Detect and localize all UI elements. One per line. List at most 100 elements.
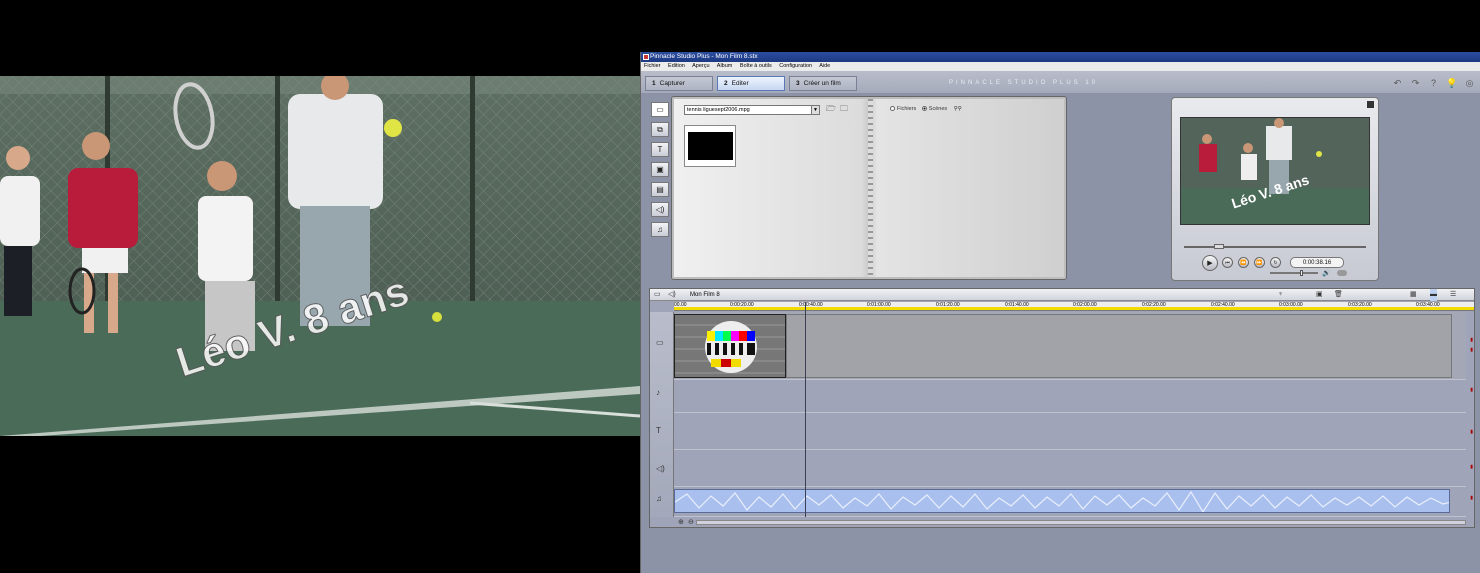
trash-icon[interactable]: 🗑 xyxy=(1334,289,1343,301)
screen: Léo V. 8 ans Pinnacle Studio Plus - Mon … xyxy=(0,0,1480,573)
scrubber-knob[interactable] xyxy=(1214,244,1224,249)
lock-icon[interactable]: ▮ xyxy=(1470,429,1473,435)
lock-icon[interactable]: ▮ xyxy=(1470,495,1473,501)
fullscreen-preview: Léo V. 8 ans xyxy=(0,76,640,436)
undock-icon[interactable] xyxy=(1367,101,1374,108)
music-track-icon[interactable]: ♫ xyxy=(656,494,662,503)
forward-icon[interactable]: ⏩ xyxy=(1254,257,1265,268)
title-icon[interactable]: T xyxy=(651,142,669,157)
speaker-icon[interactable]: 🔊 xyxy=(1322,269,1331,277)
timeline-view-icon[interactable]: ▬ xyxy=(1430,289,1437,301)
ruler-tick: 0:01:00.00 xyxy=(867,302,891,308)
ruler-tick: 0:03:00.00 xyxy=(1279,302,1303,308)
tips-icon[interactable]: 💡 xyxy=(1446,78,1457,89)
ruler-tick: 00.00 xyxy=(674,302,687,308)
volume-knob[interactable] xyxy=(1300,270,1303,276)
menu-edition[interactable]: Edition xyxy=(668,63,685,69)
menu-aide[interactable]: Aide xyxy=(819,63,830,69)
player-screen: Léo V. 8 ans xyxy=(1180,117,1370,225)
audio-track[interactable] xyxy=(674,381,1466,413)
source-file-dropdown[interactable]: tennis liguesept2006.mpg ▼ xyxy=(684,105,820,115)
scenes-radio[interactable] xyxy=(921,106,927,111)
music-icon[interactable]: ♫ xyxy=(651,222,669,237)
menu-bar: Fichier Edition Aperçu Album Boîte à out… xyxy=(641,62,1480,71)
lock-icon[interactable]: ▮ xyxy=(1470,387,1473,393)
ruler-tick: 0:02:40.00 xyxy=(1211,302,1235,308)
disc-icon[interactable]: ◎ xyxy=(1464,78,1475,89)
video-track-icon[interactable]: ▭ xyxy=(656,338,664,347)
chevron-down-icon[interactable]: ▼ xyxy=(811,106,819,114)
ruler-tick: 0:01:40.00 xyxy=(1005,302,1029,308)
timeline-ruler[interactable]: 00.00 0:00:20.00 0:00:40.00 0:01:00.00 0… xyxy=(674,302,1474,311)
ruler-tick: 0:00:40.00 xyxy=(799,302,823,308)
lock-icon[interactable]: ▮ xyxy=(1470,337,1473,343)
ruler-tick: 0:00:20.00 xyxy=(730,302,754,308)
audio-toggle-icon[interactable]: ◁) xyxy=(668,289,676,301)
timeline-scrollbar[interactable] xyxy=(696,520,1466,525)
brand-label: PINNACLE STUDIO PLUS 10 xyxy=(949,80,1099,86)
volume-slider[interactable] xyxy=(1270,270,1318,276)
app-icon xyxy=(643,54,649,60)
browse-folder-icon[interactable]: 🗀 xyxy=(840,104,851,114)
lock-icon[interactable]: ▮ xyxy=(1470,347,1473,353)
music-waveform[interactable] xyxy=(674,489,1450,513)
waveform-graphic xyxy=(675,490,1449,512)
ruler-tick: 0:03:20.00 xyxy=(1348,302,1372,308)
ruler-tick: 0:02:00.00 xyxy=(1073,302,1097,308)
audio-fx-icon[interactable]: ◁) xyxy=(651,202,669,217)
timecode-counter[interactable]: 0:00:38.16 xyxy=(1290,257,1344,268)
playhead[interactable] xyxy=(805,302,806,517)
disc-menu-icon[interactable]: ▤ xyxy=(651,182,669,197)
view-details-icon[interactable]: ⚲⚲ xyxy=(954,106,962,112)
sfx-track-icon[interactable]: ◁) xyxy=(656,464,665,473)
scene-thumbnail[interactable] xyxy=(684,125,736,167)
player-panel: Léo V. 8 ans ▶ ⏮ ⏪ ⏩ ↻ 0:00:38.16 🔊 xyxy=(1171,97,1379,281)
studio-window: Pinnacle Studio Plus - Mon Film 8.stx Fi… xyxy=(640,52,1480,573)
play-icon[interactable]: ▶ xyxy=(1202,255,1218,271)
files-radio[interactable] xyxy=(890,106,895,111)
camera-icon[interactable]: ▭ xyxy=(654,289,661,301)
album-book: tennis liguesept2006.mpg ▼ 🗁 🗀 Fichiers S… xyxy=(671,96,1067,280)
title-track[interactable] xyxy=(674,414,1466,450)
tab-capturer[interactable]: 1 Capturer xyxy=(645,76,713,91)
audio-mixer-icon[interactable]: ♆ xyxy=(1278,289,1283,301)
menu-configuration[interactable]: Configuration xyxy=(779,63,812,69)
transition-icon[interactable]: ⧉ xyxy=(651,122,669,137)
menu-album[interactable]: Album xyxy=(717,63,733,69)
rewind-icon[interactable]: ⏪ xyxy=(1238,257,1249,268)
text-view-icon[interactable]: ☰ xyxy=(1450,289,1456,301)
tab-editer[interactable]: 2 Editer xyxy=(717,76,785,91)
lock-icon[interactable]: ▮ xyxy=(1470,464,1473,470)
album-tabs: ▭ ⧉ T ▣ ▤ ◁) ♫ xyxy=(651,102,671,242)
audio-track-icon[interactable]: ♪ xyxy=(656,388,660,397)
menu-apercu[interactable]: Aperçu xyxy=(692,63,709,69)
video-track[interactable] xyxy=(674,312,1466,380)
zoom-out-icon[interactable]: ⊖ xyxy=(688,518,694,526)
video-tool-icon[interactable]: ▭ xyxy=(651,102,669,117)
toolbar-right: ↶ ↷ ? 💡 ◎ xyxy=(1392,76,1475,90)
music-track[interactable] xyxy=(674,487,1466,517)
video-track-area[interactable] xyxy=(786,314,1452,378)
undo-icon[interactable]: ↶ xyxy=(1392,78,1403,89)
redo-icon[interactable]: ↷ xyxy=(1410,78,1421,89)
scrubber[interactable] xyxy=(1184,244,1366,249)
ruler-tick: 0:01:20.00 xyxy=(936,302,960,308)
tab-creer-un-film[interactable]: 3 Créer un film xyxy=(789,76,857,91)
toolbox-icon[interactable]: ▣ xyxy=(1316,289,1323,301)
loop-icon[interactable]: ↻ xyxy=(1270,257,1281,268)
video-clip[interactable] xyxy=(674,314,786,378)
zoom-in-icon[interactable]: ⊕ xyxy=(678,518,684,526)
open-folder-icon[interactable]: 🗁 xyxy=(826,104,837,114)
menu-fichier[interactable]: Fichier xyxy=(644,63,661,69)
fullscreen-toggle[interactable] xyxy=(1337,270,1347,276)
photo-icon[interactable]: ▣ xyxy=(651,162,669,177)
album-panel: ▭ ⧉ T ▣ ▤ ◁) ♫ tennis liguesept2006.mpg ▼… xyxy=(647,96,1067,281)
timeline-header: ▭ ◁) Mon Film 8 ♆ ▣ 🗑 ▦ ▬ ☰ xyxy=(650,289,1474,301)
storyboard-view-icon[interactable]: ▦ xyxy=(1410,289,1417,301)
menu-boite-a-outils[interactable]: Boîte à outils xyxy=(740,63,772,69)
sound-effects-track[interactable] xyxy=(674,451,1466,487)
help-icon[interactable]: ? xyxy=(1428,78,1439,89)
tennis-scene-image: Léo V. 8 ans xyxy=(0,76,640,436)
go-start-icon[interactable]: ⏮ xyxy=(1222,257,1233,268)
title-track-icon[interactable]: T xyxy=(656,426,661,435)
